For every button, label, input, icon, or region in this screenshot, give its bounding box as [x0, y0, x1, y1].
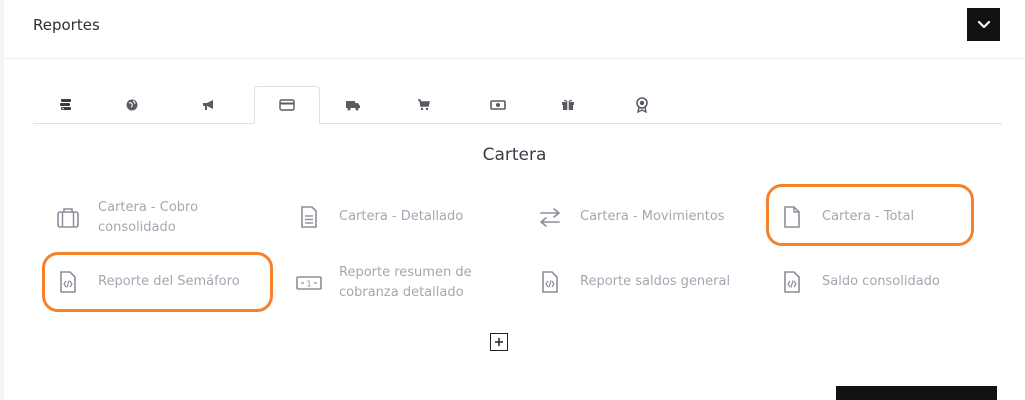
report-cartera-cobro-consolidado[interactable]: Cartera - Cobro consolidado: [55, 198, 255, 238]
report-cartera-movimientos[interactable]: Cartera - Movimientos: [537, 204, 725, 230]
report-resumen-cobranza[interactable]: 1 Reporte resumen de cobranza detallado: [296, 263, 496, 303]
credit-card-icon: [279, 99, 295, 111]
report-cartera-detallado[interactable]: Cartera - Detallado: [296, 204, 463, 230]
report-saldos-general[interactable]: Reporte saldos general: [537, 269, 730, 295]
briefcase-icon: [57, 208, 79, 228]
tab-megaphone[interactable]: [175, 86, 241, 123]
highlight-cartera-total: [766, 184, 974, 246]
gift-icon: [562, 99, 574, 110]
collapse-button[interactable]: [967, 8, 1000, 41]
banknote-icon: [490, 99, 506, 110]
tab-award[interactable]: [609, 86, 675, 123]
bottom-action-label: …: [908, 392, 920, 400]
tab-cart[interactable]: [391, 86, 457, 123]
report-label: Reporte saldos general: [580, 274, 731, 289]
tab-gift[interactable]: [535, 86, 601, 123]
tab-money[interactable]: [33, 86, 99, 123]
tab-globe[interactable]: [99, 86, 165, 123]
svg-text:1: 1: [306, 280, 311, 289]
highlight-semaforo: [42, 252, 273, 312]
report-label: Reporte resumen de cobranza detallado: [339, 265, 472, 300]
globe-icon: [126, 99, 138, 110]
megaphone-icon: [203, 99, 213, 110]
tab-banknote[interactable]: [465, 86, 531, 123]
page-title: Reportes: [33, 16, 100, 34]
document-lines-icon: [301, 206, 317, 228]
chevron-down-icon: [977, 20, 990, 28]
file-code-icon: [542, 271, 558, 293]
tab-truck[interactable]: [320, 86, 386, 123]
report-saldo-consolidado[interactable]: Saldo consolidado: [779, 269, 940, 295]
report-label: Cartera - Cobro consolidado: [98, 200, 199, 235]
add-report-button[interactable]: [490, 333, 508, 351]
exchange-arrows-icon: [540, 208, 560, 227]
report-label: Cartera - Detallado: [339, 209, 464, 224]
truck-icon: [346, 100, 360, 110]
tab-credit-card[interactable]: [254, 86, 320, 124]
card-header: Reportes: [4, 0, 1025, 59]
plus-icon: [495, 338, 503, 346]
bottom-action-button[interactable]: …: [836, 386, 997, 400]
banknote-icon: 1: [296, 276, 322, 290]
category-tabs: [33, 86, 1002, 124]
report-label: Cartera - Movimientos: [580, 209, 725, 224]
cart-icon: [418, 98, 431, 110]
section-title: Cartera: [482, 145, 547, 165]
reports-card: Reportes Cartera Cartera - Cobro consoli…: [4, 0, 1025, 400]
file-code-icon: [784, 271, 800, 293]
money-stack-icon: [60, 98, 71, 110]
award-icon: [636, 96, 648, 113]
report-label: Saldo consolidado: [822, 274, 940, 289]
